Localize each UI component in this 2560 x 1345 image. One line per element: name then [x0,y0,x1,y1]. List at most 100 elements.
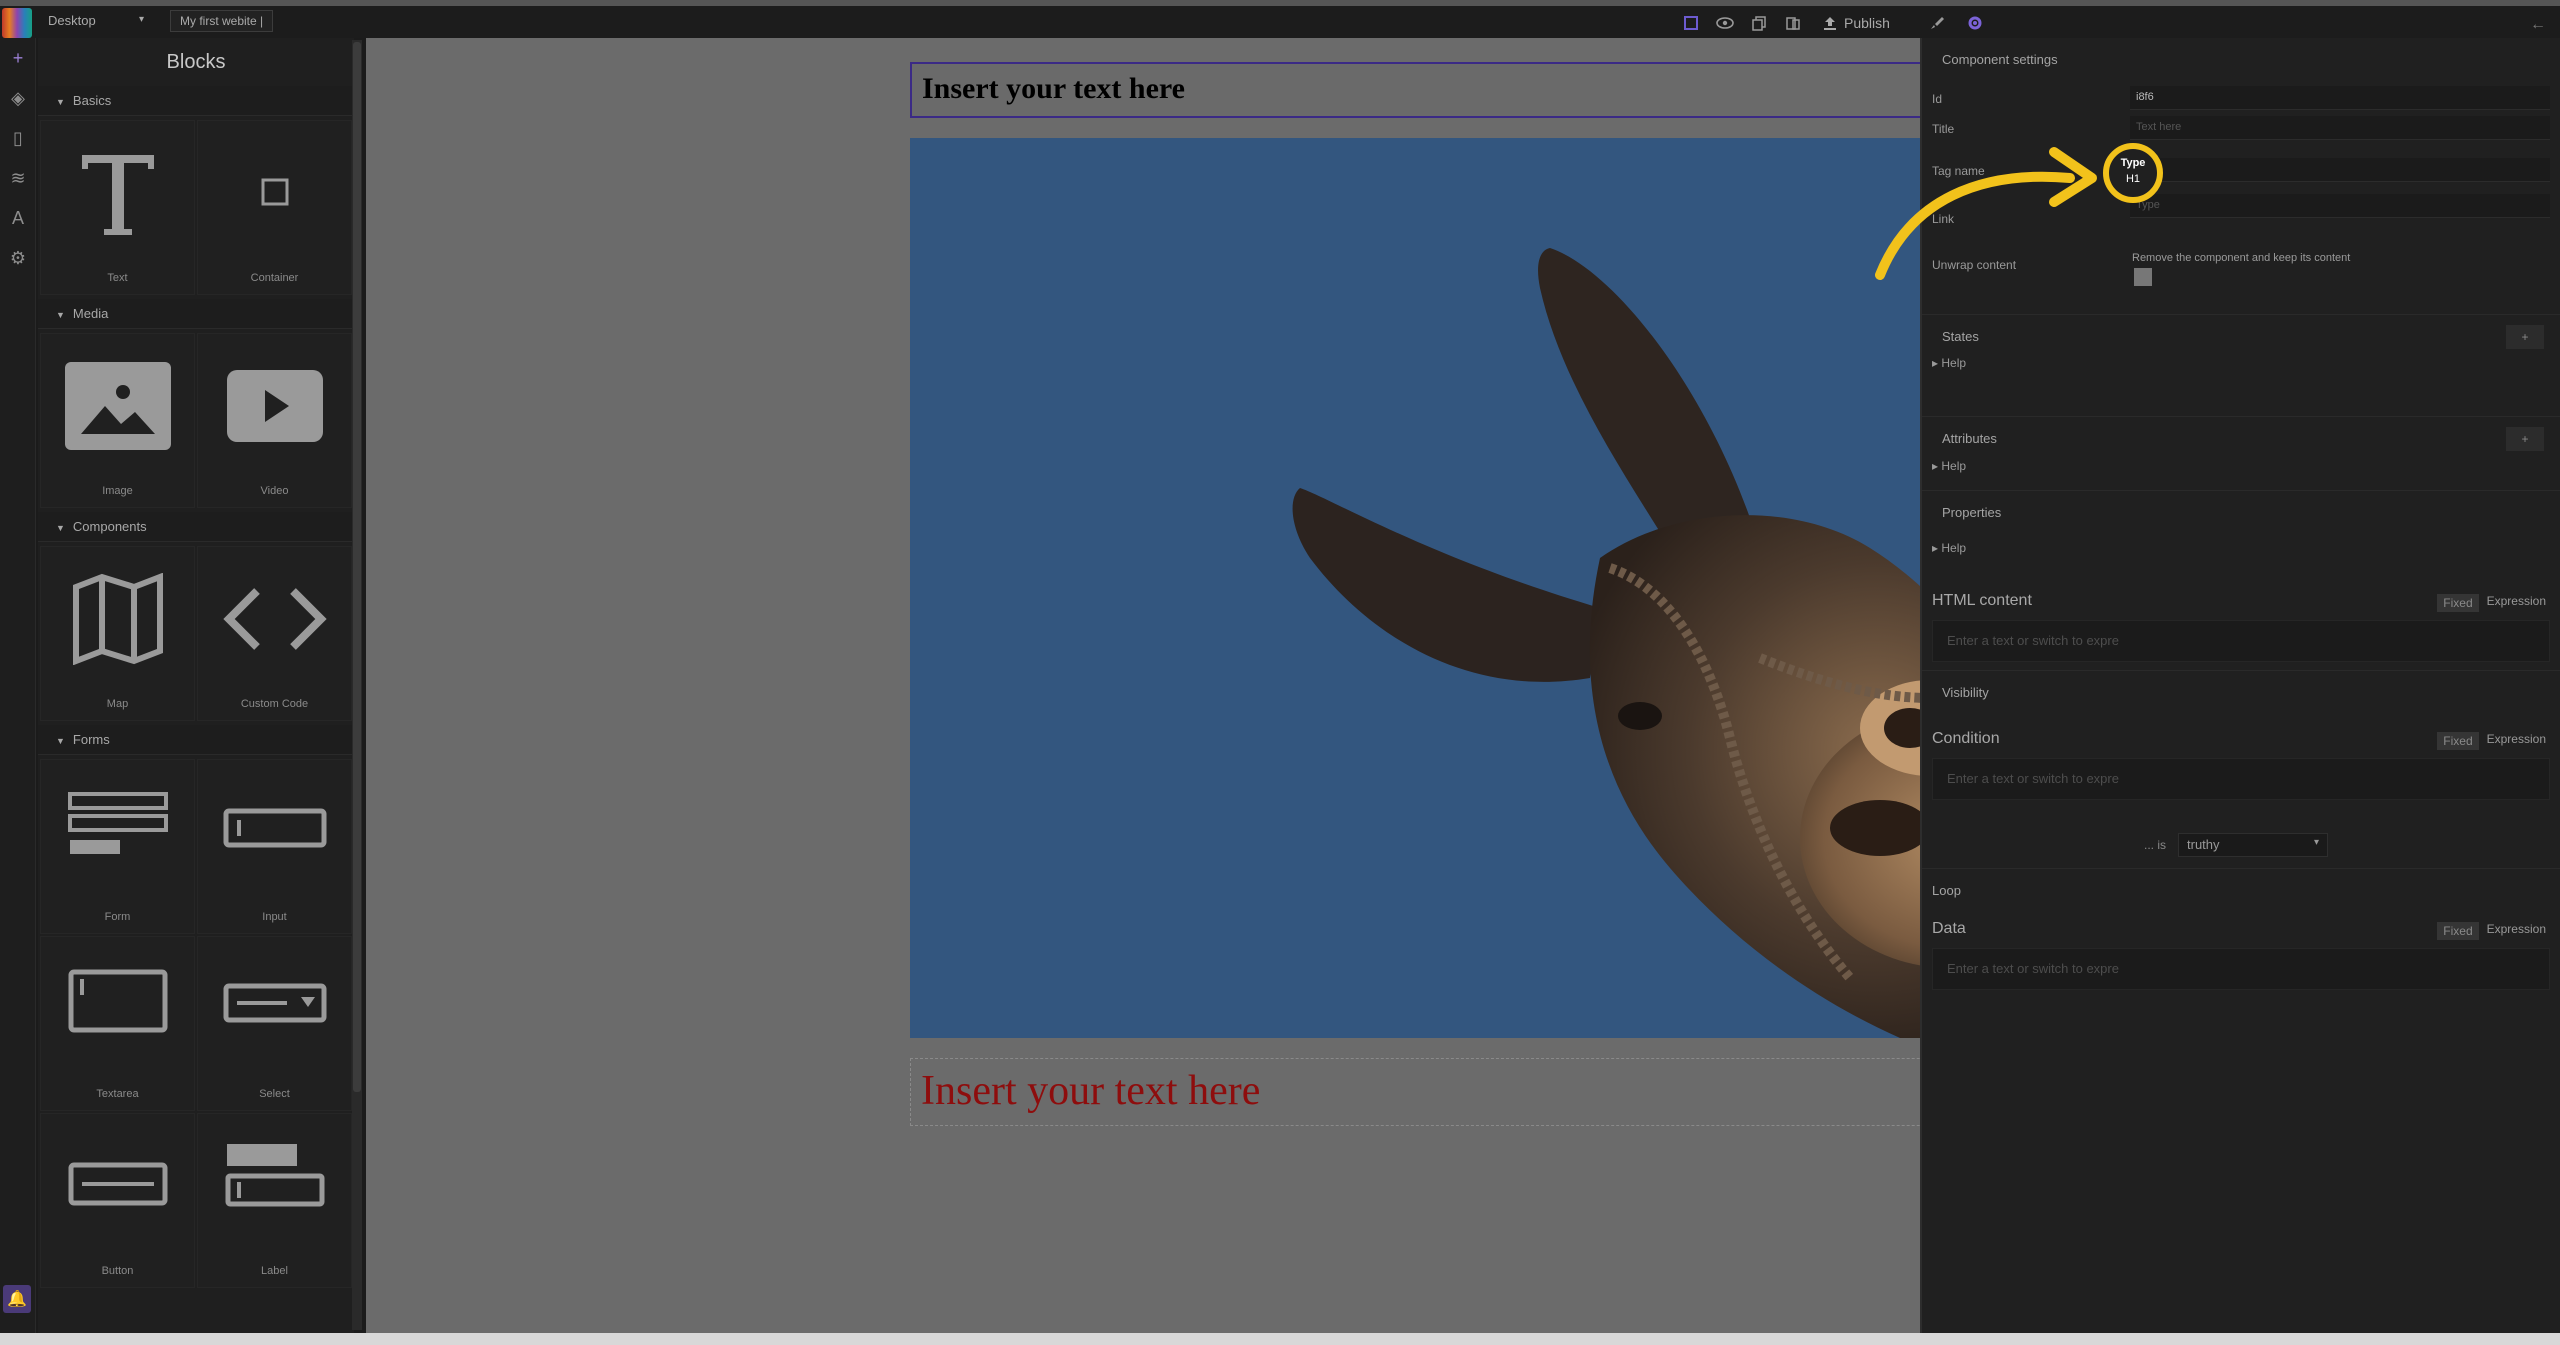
block-button[interactable]: Button [40,1113,195,1288]
right-panel-tabs [1926,12,1986,34]
style-manager-brush-icon[interactable] [1926,12,1948,34]
settings-gear-icon[interactable] [1964,12,1986,34]
outline-toggle-icon[interactable] [1680,12,1702,34]
top-toolbar: Publish [1680,12,1890,34]
condition-operator-row: ... is truthy ▾ [1922,833,2560,857]
publish-button[interactable]: Publish [1822,15,1890,31]
block-image[interactable]: Image [40,333,195,508]
html-content-mode: Fixed Expression [2437,594,2546,612]
tooltip-label: Type [2120,157,2146,169]
truthy-select[interactable]: truthy ▾ [2178,833,2328,857]
data-label: Data [1932,920,1966,937]
bottom-strip [0,1333,2560,1345]
condition-input[interactable]: Enter a text or switch to expre [1932,758,2550,800]
code-brackets-icon [222,588,327,650]
condition-fixed-toggle[interactable]: Fixed [2437,732,2479,750]
chevron-down-icon: ▾ [2313,837,2319,848]
left-icon-rail: + ◈ ▯ ≋ A ⚙ 🔔 [0,38,36,1333]
layers-icon[interactable]: ≋ [0,158,36,198]
settings-title: Component settings [1942,52,2058,67]
blocks-scrollbar[interactable] [352,40,362,1330]
expression-toggle[interactable]: Expression [2487,594,2546,612]
input-icon [223,808,326,848]
data-fixed-toggle[interactable]: Fixed [2437,922,2479,940]
blocks-title: Blocks [166,51,226,73]
visibility-section: Visibility [1922,670,2560,714]
block-input[interactable]: Input [197,759,352,934]
block-map[interactable]: Map [40,546,195,721]
device-select[interactable]: Desktop ▾ [40,10,150,32]
heading1-text[interactable]: Insert your text here [922,72,1185,106]
unwrap-checkbox[interactable] [2134,268,2152,286]
app-logo [2,8,32,38]
data-input[interactable]: Enter a text or switch to expre [1932,948,2550,990]
preview-eye-icon[interactable] [1714,12,1736,34]
states-section: States + [1922,314,2560,358]
settings-icon[interactable]: ⚙ [0,238,36,278]
visibility-label: Visibility [1942,685,1989,700]
category-media[interactable]: ▼ Media [38,299,354,329]
properties-help-toggle[interactable]: ▸ Help [1932,541,1966,555]
states-help-toggle[interactable]: ▸ Help [1932,356,1966,370]
block-select[interactable]: Select [197,936,352,1111]
copy-icon[interactable] [1748,12,1770,34]
tag-name-field[interactable] [2130,158,2550,182]
add-state-button[interactable]: + [2506,325,2544,349]
attributes-help-toggle[interactable]: ▸ Help [1932,459,1966,473]
block-label[interactable]: Label [197,1113,352,1288]
block-video[interactable]: Video [197,333,352,508]
id-label: Id [1932,92,1943,106]
device-select-value: Desktop [48,13,96,28]
id-field[interactable]: i8f6 [2130,86,2550,110]
page-icon[interactable]: ▯ [0,118,36,158]
editor-canvas[interactable]: Insert your text here ↑ ✥ ⧉ 🗑 [366,38,2110,1333]
form-icon [67,792,168,854]
annotation-arrow-icon [1875,147,2097,280]
category-forms[interactable]: ▼ Forms [38,725,354,755]
link-field[interactable]: Type [2130,194,2550,218]
condition-expression-toggle[interactable]: Expression [2487,732,2546,750]
fixed-toggle[interactable]: Fixed [2437,594,2479,612]
states-label: States [1942,329,1979,344]
video-play-icon [226,370,323,442]
chevron-down-icon: ▾ [138,14,144,25]
text-block-icon [81,155,154,235]
block-textarea[interactable]: Textarea [40,936,195,1111]
block-container[interactable]: Container [197,120,352,295]
site-name-input[interactable]: My first webite | [170,10,274,32]
id-row: Id i8f6 [1932,86,2550,114]
block-form[interactable]: Form [40,759,195,934]
condition-mode: Fixed Expression [2437,732,2546,750]
plus-icon[interactable]: + [0,38,36,78]
properties-label: Properties [1942,505,2002,520]
paint-bucket-icon[interactable]: ◈ [0,78,36,118]
title-field[interactable]: Text here [2130,116,2550,140]
condition-label: Condition [1932,730,2000,747]
category-basics[interactable]: ▼ Basics [38,86,354,116]
bell-icon[interactable]: 🔔 [3,1285,31,1313]
attributes-section: Attributes + [1922,416,2560,460]
container-icon [261,178,288,206]
loop-section: Loop [1922,868,2560,912]
image-icon [64,362,171,450]
category-components[interactable]: ▼ Components [38,512,354,542]
pages-icon[interactable] [1782,12,1804,34]
unwrap-help-text: Remove the component and keep its conten… [2132,252,2351,264]
publish-label: Publish [1844,15,1890,31]
add-attribute-button[interactable]: + [2506,427,2544,451]
heading2-text[interactable]: Insert your text here [921,1067,1260,1115]
label-icon [225,1144,324,1207]
font-icon[interactable]: A [0,198,36,238]
back-arrow-icon[interactable]: ← [2530,16,2546,34]
block-custom-code[interactable]: Custom Code [197,546,352,721]
html-content-label: HTML content [1932,592,2032,609]
blocks-panel: Blocks ▼ Basics Text Container ▼ Media Ima… [38,38,354,1333]
button-icon [68,1162,167,1206]
block-text[interactable]: Text [40,120,195,295]
loop-label: Loop [1932,883,1961,898]
data-expression-toggle[interactable]: Expression [2487,922,2546,940]
html-content-input[interactable]: Enter a text or switch to expre [1932,620,2550,662]
tag-type-tooltip: Type H1 [2103,143,2163,203]
data-mode: Fixed Expression [2437,922,2546,940]
is-label: ... is [2144,838,2167,852]
